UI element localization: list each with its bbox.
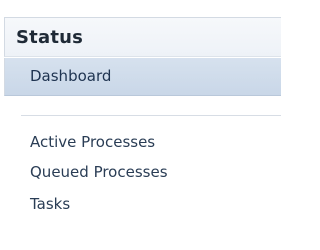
nav-item-dashboard[interactable]: Dashboard xyxy=(4,58,281,96)
panel-header: Status xyxy=(4,17,281,57)
nav-item-tasks[interactable]: Tasks xyxy=(4,189,281,219)
nav-item-queued-processes[interactable]: Queued Processes xyxy=(4,157,281,187)
panel-title: Status xyxy=(16,27,84,48)
nav-item-active-processes[interactable]: Active Processes xyxy=(4,127,281,157)
status-panel: Status Dashboard Active Processes Queued… xyxy=(0,0,281,250)
divider xyxy=(21,115,281,116)
